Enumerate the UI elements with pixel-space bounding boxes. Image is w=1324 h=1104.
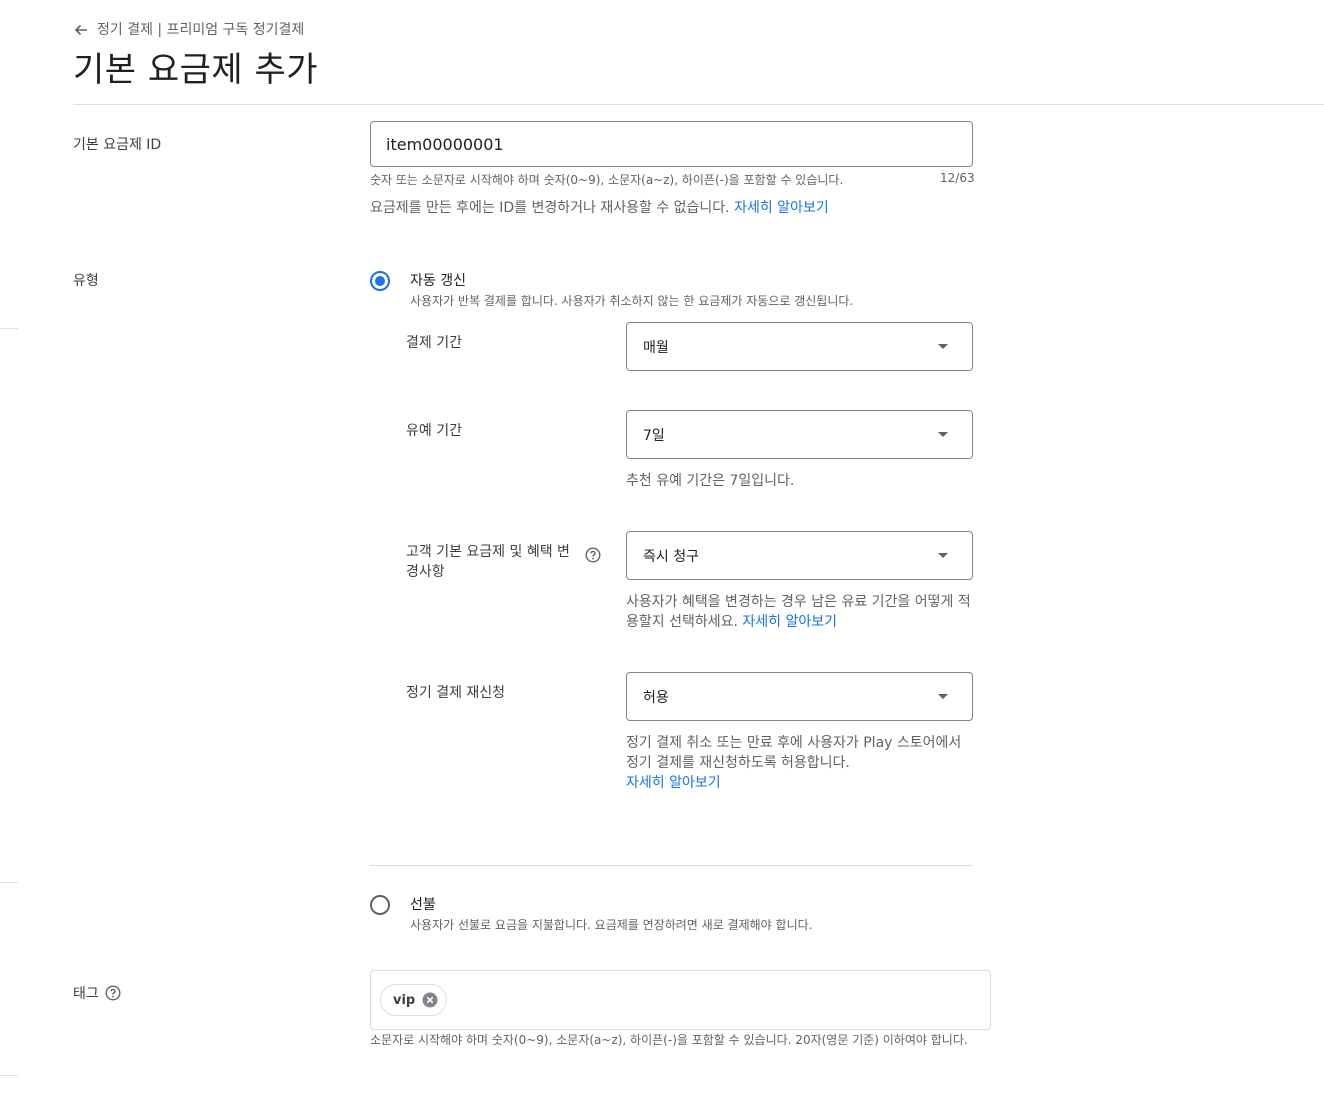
prepaid-radio[interactable] xyxy=(370,895,390,915)
base-plan-id-label: 기본 요금제 ID xyxy=(73,137,162,153)
grace-period-value: 7일 xyxy=(643,427,665,444)
help-icon[interactable] xyxy=(585,547,601,563)
left-margin-divider xyxy=(0,1075,18,1076)
base-plan-id-input[interactable]: item00000001 xyxy=(370,121,973,167)
page-title: 기본 요금제 추가 xyxy=(73,50,319,90)
billing-period-value: 매월 xyxy=(643,339,669,356)
resubscribe-select[interactable]: 허용 xyxy=(626,672,973,721)
help-icon[interactable] xyxy=(105,985,121,1001)
plan-change-learn-more-link[interactable]: 자세히 알아보기 xyxy=(742,614,837,630)
prepaid-title: 선불 xyxy=(410,897,436,913)
breadcrumb-text[interactable]: 정기 결제 | 프리미엄 구독 정기결제 xyxy=(97,19,304,39)
tag-chip: vip xyxy=(380,984,448,1016)
plan-change-label: 고객 기본 요금제 및 혜택 변경사항 xyxy=(406,544,570,580)
dropdown-arrow-icon xyxy=(938,432,948,437)
resubscribe-helper: 정기 결제 취소 또는 만료 후에 사용자가 Play 스토어에서 정기 결제를… xyxy=(626,735,962,771)
left-margin-divider xyxy=(0,882,18,883)
auto-renew-description: 사용자가 반복 결제를 합니다. 사용자가 취소하지 않는 한 요금제가 자동으… xyxy=(410,294,854,308)
base-plan-id-note: 요금제를 만든 후에는 ID를 변경하거나 재사용할 수 없습니다. 자세히 알… xyxy=(370,198,829,218)
dropdown-arrow-icon xyxy=(938,344,948,349)
auto-renew-title: 자동 갱신 xyxy=(410,273,466,289)
resubscribe-learn-more-link[interactable]: 자세히 알아보기 xyxy=(626,775,721,791)
tags-input[interactable]: vip xyxy=(370,970,991,1030)
tags-label: 태그 xyxy=(73,986,99,1002)
remove-tag-icon[interactable] xyxy=(422,992,438,1008)
left-margin-divider xyxy=(0,328,18,329)
grace-period-label: 유예 기간 xyxy=(406,423,462,439)
base-plan-id-note-text: 요금제를 만든 후에는 ID를 변경하거나 재사용할 수 없습니다. xyxy=(370,200,730,216)
plan-change-value: 즉시 청구 xyxy=(643,548,699,565)
dropdown-arrow-icon xyxy=(938,553,948,558)
tags-helper: 소문자로 시작해야 하며 숫자(0~9), 소문자(a~z), 하이픈(-)을 … xyxy=(370,1033,968,1047)
grace-period-helper: 추천 유예 기간은 7일입니다. xyxy=(626,473,795,489)
auto-renew-radio[interactable] xyxy=(370,271,390,291)
type-label: 유형 xyxy=(73,273,99,289)
prepaid-description: 사용자가 선불로 요금을 지불합니다. 요금제를 연장하려면 새로 결제해야 합… xyxy=(410,918,813,932)
header-divider xyxy=(73,104,1324,105)
base-plan-id-counter: 12/63 xyxy=(940,171,975,185)
dropdown-arrow-icon xyxy=(938,694,948,699)
base-plan-id-helper: 숫자 또는 소문자로 시작해야 하며 숫자(0~9), 소문자(a~z), 하이… xyxy=(370,173,844,187)
billing-period-label: 결제 기간 xyxy=(406,335,462,351)
plan-change-select[interactable]: 즉시 청구 xyxy=(626,531,973,580)
resubscribe-learn-more-link-wrap: 자세히 알아보기 xyxy=(626,773,721,793)
tag-chip-label: vip xyxy=(393,992,416,1008)
breadcrumb: 정기 결제 | 프리미엄 구독 정기결제 xyxy=(73,19,304,39)
resubscribe-label: 정기 결제 재신청 xyxy=(406,685,506,701)
base-plan-id-learn-more-link[interactable]: 자세히 알아보기 xyxy=(734,200,829,216)
resubscribe-value: 허용 xyxy=(643,689,669,706)
back-arrow-icon[interactable] xyxy=(73,22,89,38)
base-plan-id-value: item00000001 xyxy=(386,134,504,154)
billing-period-select[interactable]: 매월 xyxy=(626,322,973,371)
tags-label-row: 태그 xyxy=(73,983,121,1003)
option-divider xyxy=(370,865,973,866)
plan-change-helper: 사용자가 혜택을 변경하는 경우 남은 유료 기간을 어떻게 적용할지 선택하세… xyxy=(626,592,973,632)
grace-period-select[interactable]: 7일 xyxy=(626,410,973,459)
